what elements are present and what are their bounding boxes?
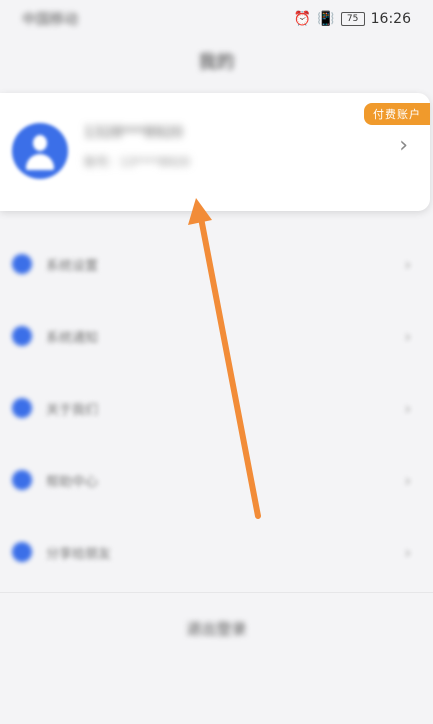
status-bar: 中国移动 ⏰ 📳 75 16:26 [0,0,433,38]
menu-item-label: 系统通知 [46,330,99,346]
logout-button[interactable]: 退出登录 [0,608,433,648]
help-icon [12,470,32,490]
battery-icon: 75 [340,12,365,26]
carrier-name: 中国移动 [22,12,78,28]
menu-item-label: 帮助中心 [46,474,99,490]
chevron-right-icon: › [404,398,411,418]
menu-item-notifications[interactable]: 系统通知 › [0,300,433,372]
account-phone: 1328***8920 [84,123,183,141]
clock: 16:26 [370,11,411,27]
avatar[interactable] [12,123,68,179]
chevron-right-icon: › [399,133,408,158]
account-card[interactable]: 付费账户 1328***8920 账号：13****8920 › [0,93,430,211]
settings-icon [12,254,32,274]
avatar-user-body [26,154,54,170]
page-title: 我的 [198,52,235,73]
menu-item-about[interactable]: 关于我们 › [0,372,433,444]
chevron-right-icon: › [404,542,411,562]
chevron-right-icon: › [404,254,411,274]
menu-item-label: 分享给朋友 [46,546,112,562]
alarm-icon: ⏰ [293,11,312,27]
status-icons: ⏰ 📳 75 16:26 [294,11,411,27]
account-id: 账号：13****8920 [84,155,190,169]
chevron-right-icon: › [404,470,411,490]
settings-menu: 系统设置 › 系统通知 › 关于我们 › 帮助中心 › 分享给朋友 › [0,228,433,588]
battery-level: 75 [346,13,359,24]
chevron-right-icon: › [404,326,411,346]
vibrate-icon: 📳 [317,11,335,27]
avatar-user-icon [33,135,47,151]
share-icon [12,542,32,562]
notice-icon [12,326,32,346]
divider [0,592,433,593]
menu-item-share[interactable]: 分享给朋友 › [0,516,433,588]
info-icon [12,398,32,418]
menu-item-label: 关于我们 [46,402,99,418]
page-header: 我的 [0,38,433,84]
menu-item-help[interactable]: 帮助中心 › [0,444,433,516]
menu-item-label: 系统设置 [46,258,99,274]
paid-account-badge: 付费账户 [364,103,430,125]
menu-item-system-settings[interactable]: 系统设置 › [0,228,433,300]
